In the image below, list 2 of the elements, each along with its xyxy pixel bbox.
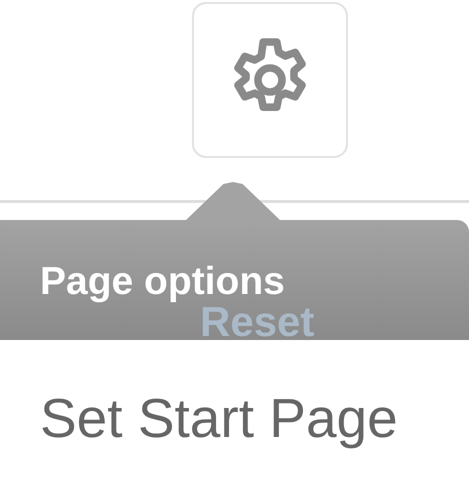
settings-button[interactable] <box>192 2 348 158</box>
menu-item[interactable]: Set Start Page <box>0 350 469 450</box>
